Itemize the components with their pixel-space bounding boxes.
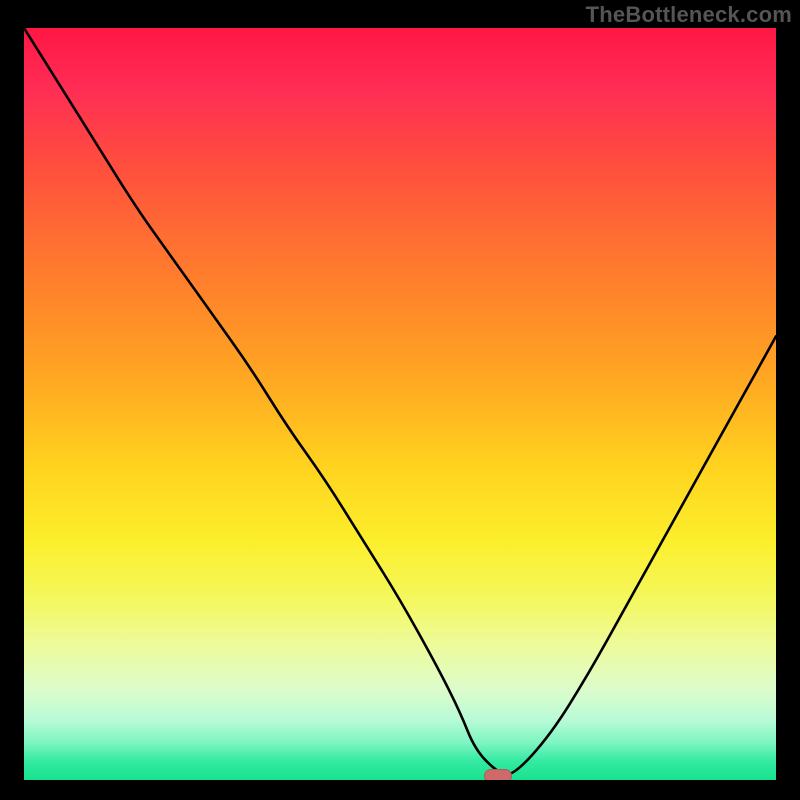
watermark-text: TheBottleneck.com <box>586 2 792 28</box>
curve-path <box>24 28 776 775</box>
chart-frame: TheBottleneck.com <box>0 0 800 800</box>
bottleneck-curve <box>24 28 776 780</box>
optimal-point-marker <box>484 769 512 780</box>
plot-area <box>24 28 776 780</box>
